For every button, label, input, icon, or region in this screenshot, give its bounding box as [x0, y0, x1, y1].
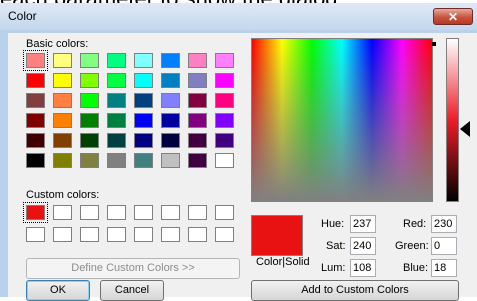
basic-color-swatch[interactable]: [161, 53, 180, 68]
green-field[interactable]: 0: [431, 237, 457, 255]
custom-color-swatch[interactable]: [80, 205, 99, 220]
basic-color-swatch[interactable]: [53, 113, 72, 128]
basic-color-swatch[interactable]: [80, 73, 99, 88]
custom-color-swatch[interactable]: [134, 205, 153, 220]
basic-color-swatch[interactable]: [26, 93, 45, 108]
title-bar[interactable]: Color ✕: [0, 3, 477, 30]
spectrum-crosshair-icon[interactable]: [432, 42, 436, 46]
blue-field[interactable]: 18: [431, 259, 457, 277]
basic-color-swatch[interactable]: [134, 73, 153, 88]
luminosity-bar[interactable]: [446, 38, 459, 202]
basic-color-swatch[interactable]: [134, 93, 153, 108]
sat-field[interactable]: 240: [350, 237, 376, 255]
basic-color-swatch[interactable]: [188, 53, 207, 68]
basic-color-swatch[interactable]: [215, 133, 234, 148]
basic-color-swatch[interactable]: [26, 113, 45, 128]
sat-label: Sat:: [326, 240, 346, 252]
basic-color-swatch[interactable]: [53, 73, 72, 88]
close-icon: ✕: [447, 10, 459, 24]
basic-color-swatch[interactable]: [215, 93, 234, 108]
basic-color-swatch[interactable]: [161, 153, 180, 168]
basic-colors-grid: [23, 50, 234, 168]
custom-color-swatch[interactable]: [215, 227, 234, 242]
color-solid-label: Color|Solid: [256, 256, 310, 268]
custom-color-swatch[interactable]: [134, 227, 153, 242]
basic-color-swatch[interactable]: [215, 113, 234, 128]
basic-color-swatch[interactable]: [107, 93, 126, 108]
basic-color-swatch[interactable]: [188, 113, 207, 128]
green-label: Green:: [395, 240, 429, 252]
basic-color-swatch[interactable]: [188, 93, 207, 108]
basic-color-swatch[interactable]: [107, 133, 126, 148]
basic-color-swatch[interactable]: [161, 133, 180, 148]
basic-color-swatch[interactable]: [107, 73, 126, 88]
custom-color-swatch[interactable]: [26, 227, 45, 242]
basic-color-swatch[interactable]: [188, 133, 207, 148]
custom-color-swatch[interactable]: [161, 227, 180, 242]
basic-color-swatch[interactable]: [23, 50, 48, 71]
basic-color-swatch[interactable]: [215, 53, 234, 68]
custom-color-swatch[interactable]: [161, 205, 180, 220]
basic-color-swatch[interactable]: [134, 53, 153, 68]
basic-color-swatch[interactable]: [134, 133, 153, 148]
red-field[interactable]: 230: [431, 215, 457, 233]
basic-color-swatch[interactable]: [80, 93, 99, 108]
ok-button[interactable]: OK: [26, 280, 90, 301]
lum-label: Lum:: [321, 262, 346, 274]
custom-colors-grid: [23, 202, 234, 242]
cancel-button[interactable]: Cancel: [100, 280, 164, 301]
basic-color-swatch[interactable]: [53, 153, 72, 168]
basic-color-swatch[interactable]: [26, 133, 45, 148]
basic-color-swatch[interactable]: [188, 153, 207, 168]
luminosity-arrow-icon[interactable]: [460, 121, 470, 137]
basic-color-swatch[interactable]: [161, 93, 180, 108]
custom-color-swatch[interactable]: [188, 227, 207, 242]
dialog-title: Color: [8, 9, 37, 23]
red-label: Red:: [403, 218, 427, 230]
basic-color-swatch[interactable]: [80, 153, 99, 168]
basic-color-swatch[interactable]: [161, 73, 180, 88]
custom-color-swatch[interactable]: [53, 227, 72, 242]
lum-field[interactable]: 108: [350, 259, 376, 277]
dialog-body: Basic colors: Custom colors: Define Cust…: [8, 33, 477, 301]
basic-color-swatch[interactable]: [26, 153, 45, 168]
basic-color-swatch[interactable]: [215, 153, 234, 168]
color-spectrum[interactable]: [251, 38, 433, 202]
basic-color-swatch[interactable]: [26, 73, 45, 88]
color-preview: [251, 215, 303, 256]
custom-color-swatch[interactable]: [23, 202, 48, 223]
hue-field[interactable]: 237: [350, 215, 376, 233]
basic-color-swatch[interactable]: [107, 53, 126, 68]
basic-color-swatch[interactable]: [107, 153, 126, 168]
basic-color-swatch[interactable]: [188, 73, 207, 88]
define-custom-colors-button[interactable]: Define Custom Colors >>: [26, 258, 240, 279]
custom-colors-label: Custom colors:: [26, 189, 100, 201]
custom-color-swatch[interactable]: [80, 227, 99, 242]
basic-color-swatch[interactable]: [161, 113, 180, 128]
add-to-custom-colors-button[interactable]: Add to Custom Colors: [251, 280, 459, 301]
custom-color-swatch[interactable]: [215, 205, 234, 220]
custom-color-swatch[interactable]: [188, 205, 207, 220]
basic-color-swatch[interactable]: [80, 53, 99, 68]
custom-color-swatch[interactable]: [107, 205, 126, 220]
hue-label: Hue:: [321, 218, 345, 230]
basic-color-swatch[interactable]: [53, 93, 72, 108]
close-button[interactable]: ✕: [433, 8, 473, 25]
basic-color-swatch[interactable]: [134, 113, 153, 128]
custom-color-swatch[interactable]: [53, 205, 72, 220]
basic-color-swatch[interactable]: [134, 153, 153, 168]
basic-color-swatch[interactable]: [107, 113, 126, 128]
blue-label: Blue:: [403, 262, 429, 274]
basic-color-swatch[interactable]: [80, 113, 99, 128]
custom-color-swatch[interactable]: [107, 227, 126, 242]
basic-colors-label: Basic colors:: [26, 38, 89, 50]
basic-color-swatch[interactable]: [215, 73, 234, 88]
basic-color-swatch[interactable]: [53, 133, 72, 148]
basic-color-swatch[interactable]: [80, 133, 99, 148]
basic-color-swatch[interactable]: [53, 53, 72, 68]
color-dialog: Color ✕ Basic colors: Custom colors: Def…: [0, 3, 477, 301]
